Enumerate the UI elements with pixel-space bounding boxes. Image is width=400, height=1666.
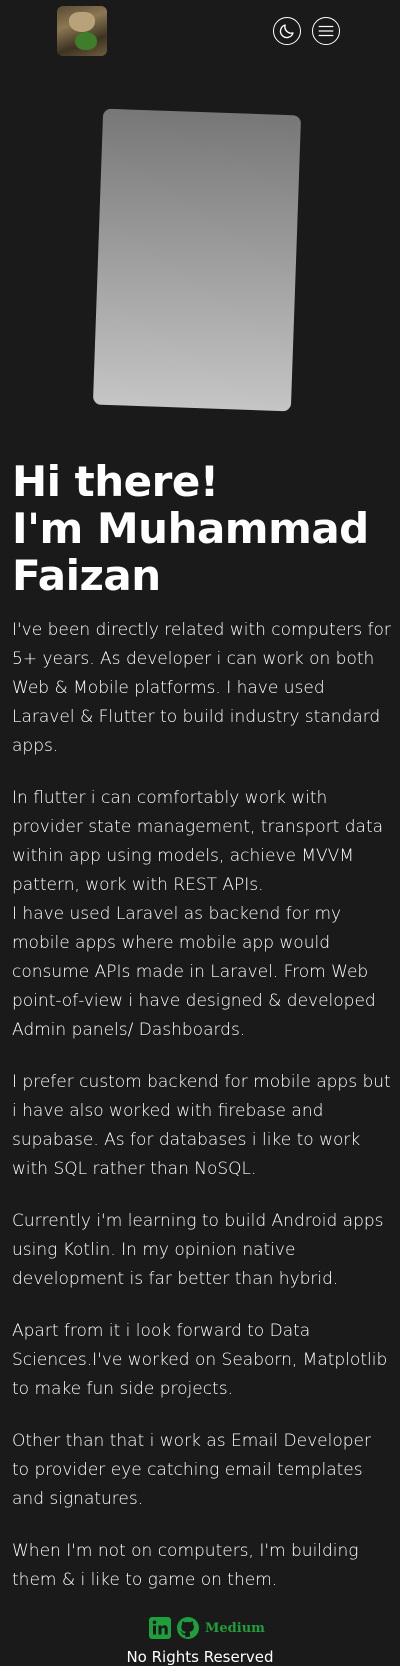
github-icon[interactable] [176, 1616, 200, 1640]
bio-paragraph: Other than that i work as Email Develope… [12, 1431, 371, 1509]
title-line-surname: Faizan [12, 551, 161, 600]
bio-paragraph: Apart from it i look forward to Data Sci… [12, 1321, 388, 1399]
moon-icon [279, 24, 294, 39]
avatar-leaf-shape [75, 32, 97, 50]
title-line-greeting: Hi there! [12, 457, 219, 506]
site-footer: Medium No Rights Reserved [0, 1612, 400, 1666]
theme-toggle-button[interactable] [273, 17, 301, 45]
copyright-text: No Rights Reserved [126, 1648, 274, 1666]
bio-paragraph: When I'm not on computers, I'm building … [12, 1541, 359, 1590]
bio-section: I've been directly related with computer… [12, 616, 392, 1618]
bio-laravel-text: I have used Laravel as backend for my mo… [12, 904, 376, 1040]
bio-paragraph: I prefer custom backend for mobile apps … [12, 1072, 391, 1179]
bio-paragraph: Currently i'm learning to build Android … [12, 1211, 384, 1289]
linkedin-icon[interactable] [148, 1616, 172, 1640]
bio-paragraph: I've been directly related with computer… [12, 620, 391, 756]
title-line-name: I'm Muhammad [12, 504, 369, 553]
social-links: Medium [148, 1616, 265, 1640]
page-title: Hi there! I'm Muhammad Faizan [12, 458, 392, 599]
bio-flutter-text: In flutter i can comfortably work with p… [12, 788, 384, 895]
medium-link[interactable]: Medium [205, 1621, 265, 1636]
menu-button[interactable] [312, 17, 340, 45]
avatar-cat-shape [69, 12, 95, 32]
hero-image-card [92, 108, 302, 412]
avatar[interactable] [57, 6, 107, 56]
hamburger-menu-icon [318, 25, 334, 37]
site-header [0, 0, 400, 64]
bio-paragraph: In flutter i can comfortably work with p… [12, 784, 392, 1045]
